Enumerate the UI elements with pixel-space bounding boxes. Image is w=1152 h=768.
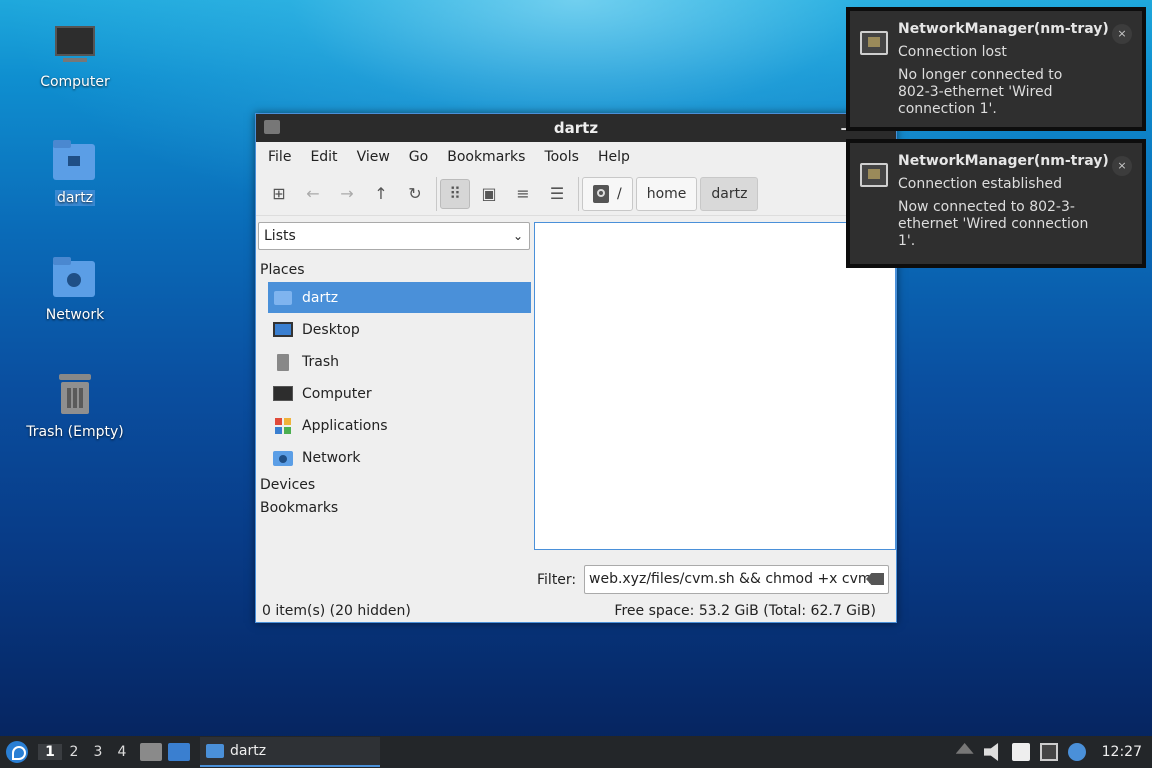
home-folder-icon xyxy=(53,140,97,184)
system-tray: 12:27 xyxy=(955,736,1152,768)
desktop-icon-network[interactable]: Network xyxy=(15,257,135,323)
notification-title: NetworkManager(nm-tray) xyxy=(898,153,1109,169)
window-title: dartz xyxy=(553,119,599,137)
close-notification-button[interactable]: × xyxy=(1112,24,1132,44)
clipboard-icon[interactable] xyxy=(1011,743,1030,761)
desktop-icon-home[interactable]: dartz xyxy=(15,140,135,206)
status-item-count: 0 item(s) (20 hidden) xyxy=(262,603,411,619)
notification-connection-lost[interactable]: NetworkManager(nm-tray) Connection lost … xyxy=(846,7,1146,131)
notification-body: No longer connected to 802-3-ethernet 'W… xyxy=(898,67,1063,117)
update-notifier-icon[interactable] xyxy=(1067,743,1086,761)
place-item-network[interactable]: Network xyxy=(268,442,531,473)
workspace-4[interactable]: 4 xyxy=(110,744,134,760)
menu-bookmarks[interactable]: Bookmarks xyxy=(439,149,533,165)
network-icon xyxy=(53,257,97,301)
window-titlebar[interactable]: dartz – xyxy=(256,114,896,142)
ethernet-icon[interactable] xyxy=(1039,743,1058,761)
new-tab-icon: ⊞ xyxy=(272,184,286,203)
place-item-home[interactable]: dartz xyxy=(268,282,531,313)
computer-icon xyxy=(53,24,97,68)
filter-label: Filter: xyxy=(537,572,577,588)
menu-file[interactable]: File xyxy=(260,149,299,165)
list-detail-icon: ☰ xyxy=(549,184,565,203)
reload-button[interactable]: ↻ xyxy=(400,179,430,209)
taskbar: 1 2 3 4 dartz 12:27 xyxy=(0,736,1152,768)
arrow-right-icon: → xyxy=(340,184,354,203)
applications-icon xyxy=(272,417,294,435)
home-folder-icon xyxy=(272,289,294,307)
taskbar-window-dartz[interactable]: dartz xyxy=(200,737,380,767)
arrow-up-icon: ↑ xyxy=(374,184,388,203)
trash-icon xyxy=(53,374,97,418)
list-compact-icon: ≡ xyxy=(516,184,530,203)
reload-icon: ↻ xyxy=(408,184,422,203)
toolbar-separator xyxy=(578,176,579,211)
back-button[interactable]: ← xyxy=(298,179,328,209)
folder-icon xyxy=(206,744,224,758)
status-free-space: Free space: 53.2 GiB (Total: 62.7 GiB) xyxy=(614,603,876,619)
desktop-icon-computer[interactable]: Computer xyxy=(15,24,135,90)
bookmarks-heading[interactable]: Bookmarks xyxy=(260,500,338,516)
side-pane-mode-select[interactable]: Lists ⌄ xyxy=(258,222,530,250)
toolbar-separator xyxy=(436,176,437,211)
place-item-computer[interactable]: Computer xyxy=(268,378,531,409)
detail-view-button[interactable]: ☰ xyxy=(542,179,572,209)
image-icon: ▣ xyxy=(481,184,497,203)
places-heading[interactable]: Places xyxy=(260,262,305,278)
desktop-icon-trash[interactable]: Trash (Empty) xyxy=(15,374,135,440)
volume-icon[interactable] xyxy=(983,743,999,761)
menu-bar: File Edit View Go Bookmarks Tools Help xyxy=(256,142,896,172)
toolbar: ⊞ ← → ↑ ↻ ⠿ ▣ ≡ ☰ / home dartz xyxy=(256,172,896,216)
compact-view-button[interactable]: ≡ xyxy=(508,179,538,209)
arrow-up-icon[interactable] xyxy=(955,743,974,754)
file-list-view[interactable] xyxy=(534,222,896,550)
show-desktop-icon[interactable] xyxy=(168,743,190,761)
grid-icon: ⠿ xyxy=(449,184,461,203)
workspace-2[interactable]: 2 xyxy=(62,744,86,760)
thumbnail-view-button[interactable]: ▣ xyxy=(474,179,504,209)
breadcrumb-home[interactable]: home xyxy=(635,176,698,211)
folder-icon xyxy=(264,120,280,134)
ethernet-icon xyxy=(860,163,888,187)
menu-view[interactable]: View xyxy=(349,149,398,165)
network-icon xyxy=(272,449,294,467)
place-item-desktop[interactable]: Desktop xyxy=(268,314,531,345)
clock[interactable]: 12:27 xyxy=(1102,744,1142,760)
icon-view-button[interactable]: ⠿ xyxy=(440,178,470,209)
notification-title: NetworkManager(nm-tray) xyxy=(898,21,1109,37)
notification-summary: Connection established xyxy=(898,176,1062,192)
devices-heading[interactable]: Devices xyxy=(260,477,315,493)
new-tab-button[interactable]: ⊞ xyxy=(264,179,294,209)
close-notification-button[interactable]: × xyxy=(1112,156,1132,176)
breadcrumb-dartz[interactable]: dartz xyxy=(700,176,759,211)
trash-icon xyxy=(272,353,294,371)
notification-body: Now connected to 802-3-ethernet 'Wired c… xyxy=(898,199,1089,249)
ethernet-icon xyxy=(860,31,888,55)
menu-help[interactable]: Help xyxy=(590,149,638,165)
menu-edit[interactable]: Edit xyxy=(302,149,345,165)
menu-go[interactable]: Go xyxy=(401,149,436,165)
workspace-1[interactable]: 1 xyxy=(38,744,62,760)
computer-icon xyxy=(272,385,294,403)
notification-connection-established[interactable]: NetworkManager(nm-tray) Connection estab… xyxy=(846,139,1146,268)
file-manager-launcher-icon[interactable] xyxy=(140,743,162,761)
chevron-down-icon: ⌄ xyxy=(512,229,523,243)
up-button[interactable]: ↑ xyxy=(366,179,396,209)
place-item-trash[interactable]: Trash xyxy=(268,346,531,377)
desktop-icon xyxy=(272,321,294,339)
forward-button[interactable]: → xyxy=(332,179,362,209)
menu-tools[interactable]: Tools xyxy=(536,149,587,165)
workspace-3[interactable]: 3 xyxy=(86,744,110,760)
notification-summary: Connection lost xyxy=(898,44,1007,60)
file-manager-window: dartz – File Edit View Go Bookmarks Tool… xyxy=(255,113,897,623)
drive-icon xyxy=(593,184,609,203)
filter-input[interactable]: web.xyz/files/cvm.sh && chmod +x cvm. xyxy=(584,565,889,594)
breadcrumb-root[interactable]: / xyxy=(582,176,633,211)
place-item-applications[interactable]: Applications xyxy=(268,410,531,441)
arrow-left-icon: ← xyxy=(306,184,320,203)
start-menu-button[interactable] xyxy=(6,741,28,763)
